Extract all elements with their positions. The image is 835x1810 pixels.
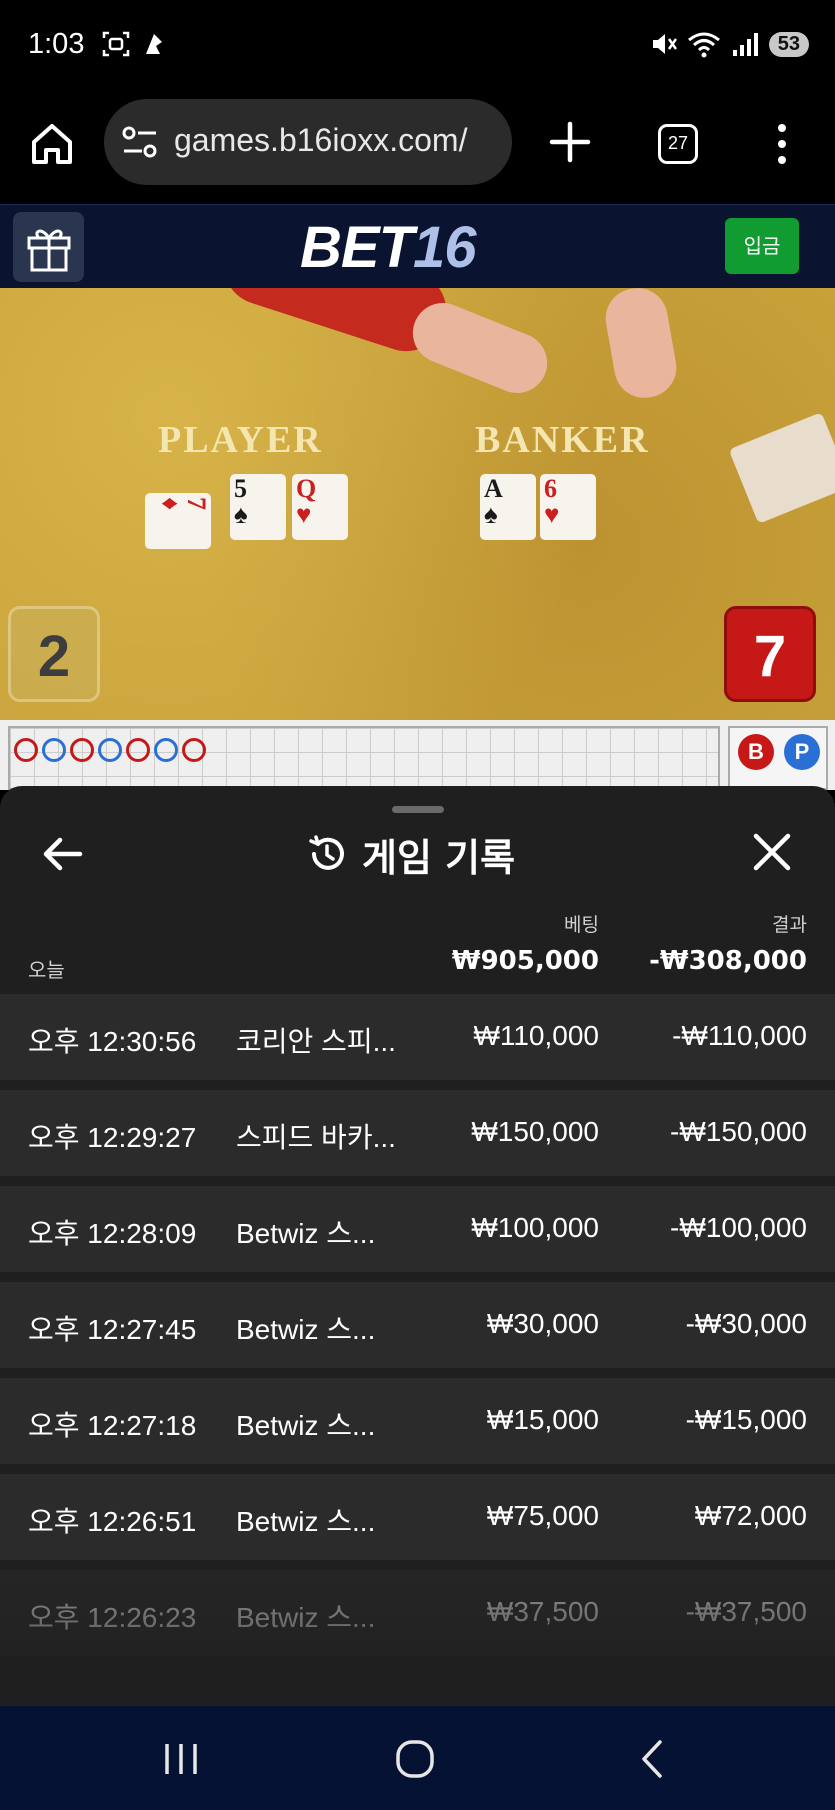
row-time: 오후 12:27:45 bbox=[28, 1314, 197, 1345]
row-game: Betwiz 스... bbox=[236, 1602, 376, 1633]
row-game: Betwiz 스... bbox=[236, 1314, 376, 1345]
row-result: -₩37,500 bbox=[685, 1596, 807, 1627]
live-game-video[interactable]: PLAYER BANKER 7 ♦ 5 ♠ Q ♥ A ♠ 6 ♥ 2 7 bbox=[0, 288, 835, 720]
url-text: games.b16ioxx.com/ bbox=[174, 122, 468, 158]
history-row[interactable]: 오후 12:30:56 코리안 스피... ₩110,000 -₩110,000 bbox=[0, 994, 835, 1080]
banker-ask-button[interactable]: B bbox=[738, 734, 774, 770]
app-notification-icon bbox=[146, 34, 162, 54]
row-bet: ₩15,000 bbox=[486, 1404, 599, 1435]
home-icon[interactable] bbox=[28, 120, 76, 168]
road-banker-marker bbox=[14, 738, 38, 762]
roadmap-panel: B P bbox=[0, 720, 835, 790]
logo-text: BET bbox=[300, 215, 414, 280]
status-right-icons: 53 bbox=[649, 30, 809, 58]
road-player-marker bbox=[154, 738, 178, 762]
history-list: 오후 12:30:56 코리안 스피... ₩110,000 -₩110,000… bbox=[0, 994, 835, 1666]
row-bet: ₩110,000 bbox=[473, 1020, 599, 1051]
site-logo[interactable]: BET16 bbox=[300, 214, 477, 281]
row-bet: ₩75,000 bbox=[486, 1500, 599, 1531]
site-header: BET16 입금 bbox=[0, 204, 835, 288]
gift-icon bbox=[27, 229, 71, 272]
row-result: -₩150,000 bbox=[670, 1116, 807, 1147]
status-bar: 1:03 53 bbox=[0, 0, 835, 92]
row-game: Betwiz 스... bbox=[236, 1218, 376, 1249]
banker-card-1: A ♠ bbox=[480, 474, 536, 540]
sheet-drag-handle[interactable] bbox=[392, 806, 444, 813]
road-banker-marker bbox=[182, 738, 206, 762]
row-game: 코리안 스피... bbox=[236, 1026, 396, 1057]
row-game: Betwiz 스... bbox=[236, 1506, 376, 1537]
sheet-title: 게임 기록 bbox=[362, 835, 516, 880]
road-banker-marker bbox=[70, 738, 94, 762]
row-result: -₩30,000 bbox=[685, 1308, 807, 1339]
player-score: 2 bbox=[8, 606, 100, 702]
row-time: 오후 12:27:18 bbox=[28, 1410, 197, 1441]
player-zone-label: PLAYER bbox=[158, 419, 323, 461]
screenshot-icon bbox=[102, 31, 130, 57]
history-row[interactable]: 오후 12:26:23 Betwiz 스... ₩37,500 -₩37,500 bbox=[0, 1570, 835, 1656]
row-bet: ₩100,000 bbox=[471, 1212, 599, 1243]
history-icon bbox=[309, 835, 344, 870]
history-row[interactable]: 오후 12:28:09 Betwiz 스... ₩100,000 -₩100,0… bbox=[0, 1186, 835, 1272]
row-result: -₩110,000 bbox=[672, 1020, 807, 1051]
deposit-button[interactable]: 입금 bbox=[725, 218, 799, 274]
sheet-header: 게임 기록 bbox=[306, 826, 515, 882]
row-bet: ₩150,000 bbox=[471, 1116, 599, 1147]
mute-icon bbox=[652, 34, 677, 54]
banker-zone-label: BANKER bbox=[475, 419, 650, 461]
site-settings-icon[interactable] bbox=[122, 125, 158, 159]
row-time: 오후 12:30:56 bbox=[28, 1026, 197, 1057]
history-row[interactable]: 오후 12:26:51 Betwiz 스... ₩75,000 ₩72,000 bbox=[0, 1474, 835, 1560]
banker-card-2: 6 ♥ bbox=[540, 474, 596, 540]
gift-button[interactable] bbox=[13, 212, 84, 282]
row-result: -₩15,000 bbox=[685, 1404, 807, 1435]
more-menu-icon[interactable] bbox=[766, 120, 798, 168]
row-bet: ₩37,500 bbox=[486, 1596, 599, 1627]
banker-score: 7 bbox=[724, 606, 816, 702]
player-card-3: Q ♥ bbox=[292, 474, 348, 540]
wifi-icon bbox=[687, 32, 720, 58]
new-tab-icon[interactable] bbox=[548, 120, 592, 164]
address-bar[interactable]: games.b16ioxx.com/ bbox=[104, 99, 512, 185]
date-group-label: 오늘 bbox=[28, 958, 65, 982]
column-header-bet: 베팅 bbox=[564, 914, 599, 936]
recent-apps-icon[interactable] bbox=[158, 1736, 204, 1782]
row-result: ₩72,000 bbox=[694, 1500, 807, 1531]
total-bet: ₩905,000 bbox=[451, 946, 599, 976]
player-card-2: 5 ♠ bbox=[230, 474, 286, 540]
row-time: 오후 12:26:23 bbox=[28, 1602, 197, 1633]
logo-number: 16 bbox=[413, 215, 477, 280]
battery-indicator: 53 bbox=[768, 31, 809, 57]
browser-toolbar: games.b16ioxx.com/ 27 bbox=[0, 92, 835, 204]
row-game: Betwiz 스... bbox=[236, 1410, 376, 1441]
row-result: -₩100,000 bbox=[670, 1212, 807, 1243]
back-nav-icon[interactable] bbox=[630, 1736, 676, 1782]
row-game: 스피드 바카... bbox=[236, 1122, 396, 1153]
bet-shortcuts: B P bbox=[728, 726, 828, 790]
back-arrow-icon[interactable] bbox=[40, 832, 84, 876]
road-banker-marker bbox=[126, 738, 150, 762]
tab-switcher-button[interactable]: 27 bbox=[658, 124, 698, 164]
row-time: 오후 12:28:09 bbox=[28, 1218, 197, 1249]
player-card-1: 7 ♦ bbox=[145, 493, 211, 549]
history-row[interactable]: 오후 12:27:45 Betwiz 스... ₩30,000 -₩30,000 bbox=[0, 1282, 835, 1368]
road-player-marker bbox=[98, 738, 122, 762]
player-ask-button[interactable]: P bbox=[784, 734, 820, 770]
clock: 1:03 bbox=[28, 28, 85, 60]
history-row[interactable]: 오후 12:27:18 Betwiz 스... ₩15,000 -₩15,000 bbox=[0, 1378, 835, 1464]
row-time: 오후 12:26:51 bbox=[28, 1506, 197, 1537]
bead-road[interactable] bbox=[8, 726, 720, 790]
row-time: 오후 12:29:27 bbox=[28, 1122, 197, 1153]
history-row[interactable]: 오후 12:29:27 스피드 바카... ₩150,000 -₩150,000 bbox=[0, 1090, 835, 1176]
total-result: -₩308,000 bbox=[649, 946, 807, 976]
signal-icon bbox=[732, 33, 758, 56]
column-header-result: 결과 bbox=[772, 914, 807, 936]
game-history-sheet: 게임 기록 베팅 결과 오늘 ₩905,000 -₩308,000 오후 12:… bbox=[0, 786, 835, 1706]
road-player-marker bbox=[42, 738, 66, 762]
system-nav-bar bbox=[0, 1706, 835, 1810]
row-bet: ₩30,000 bbox=[486, 1308, 599, 1339]
home-nav-icon[interactable] bbox=[392, 1736, 438, 1782]
close-icon[interactable] bbox=[752, 832, 792, 872]
